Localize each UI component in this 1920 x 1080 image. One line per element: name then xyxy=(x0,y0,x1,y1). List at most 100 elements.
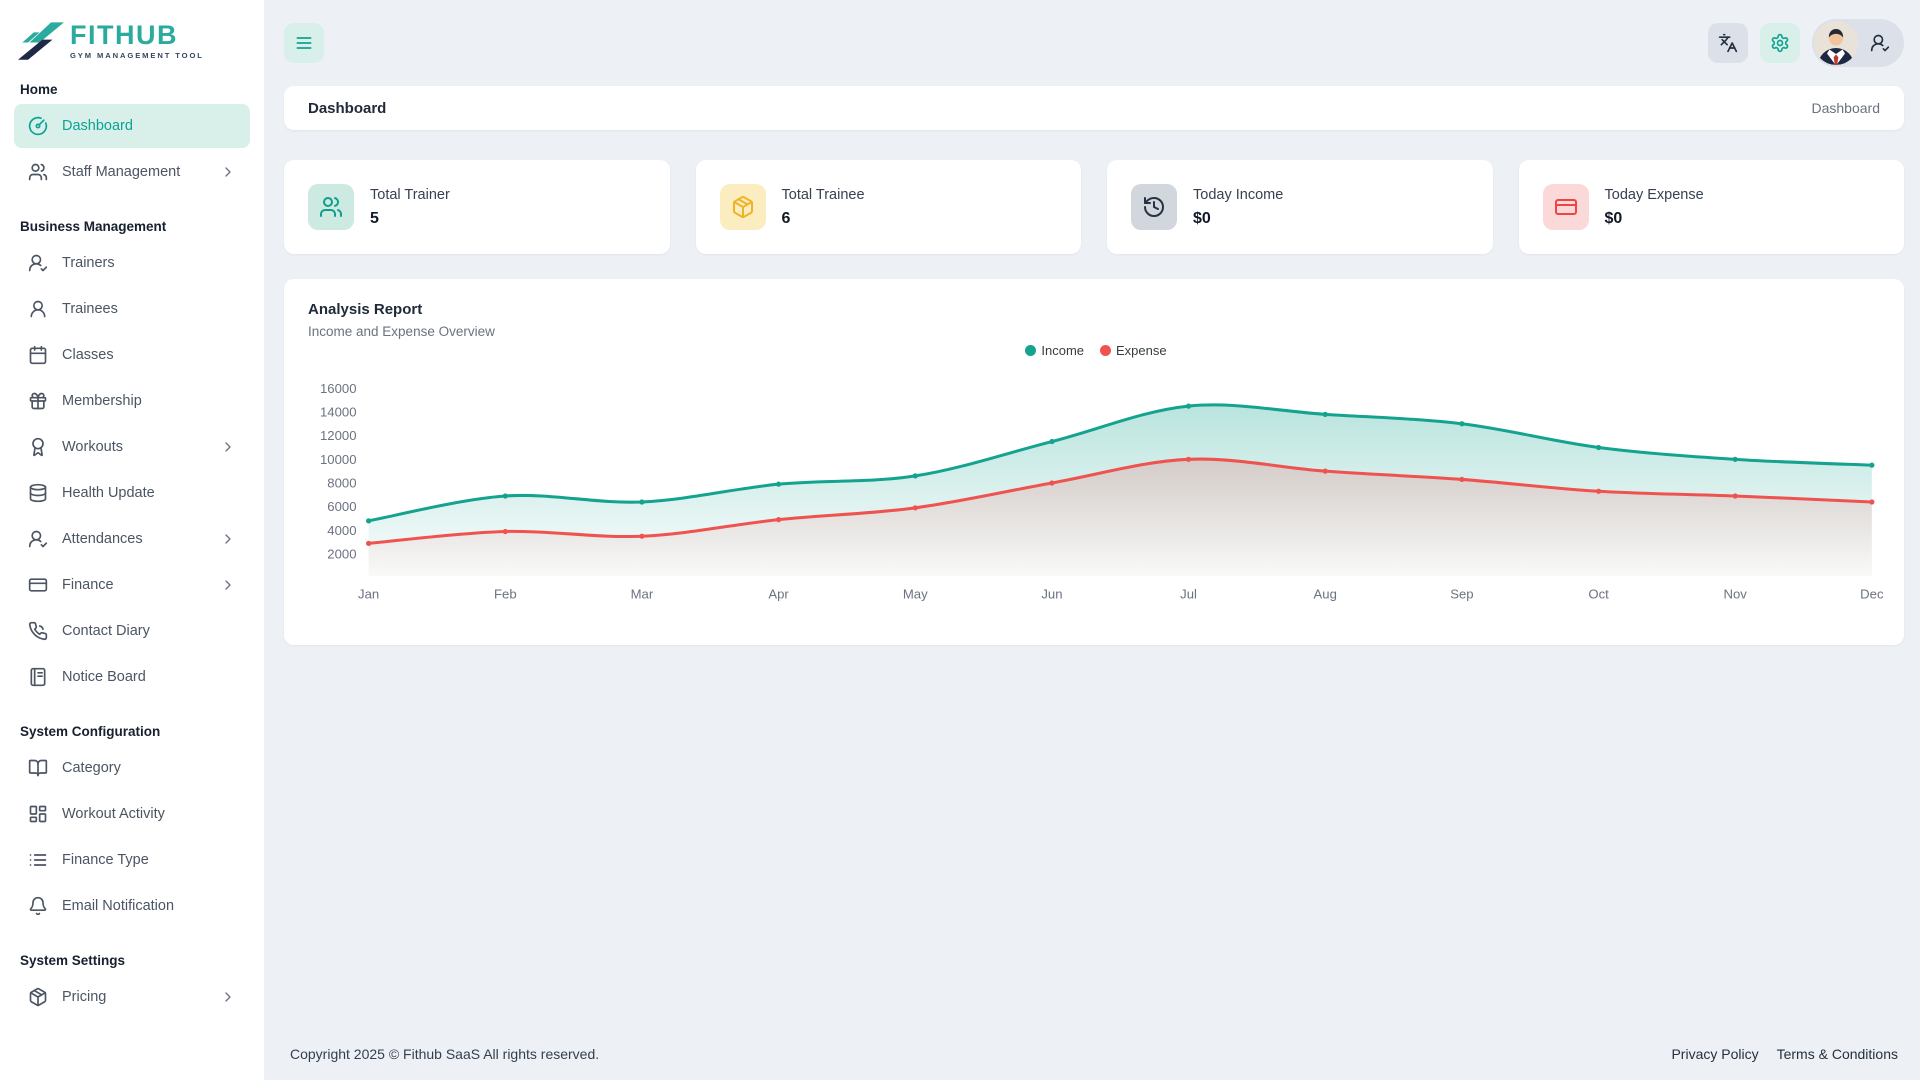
legend-item-expense[interactable]: Expense xyxy=(1100,343,1167,358)
languages-icon xyxy=(1718,33,1738,53)
y-axis-label: 10000 xyxy=(320,452,357,467)
gift-icon xyxy=(28,391,48,411)
chart-legend: Income Expense xyxy=(308,343,1884,358)
sidebar-item-label: Email Notification xyxy=(62,898,175,914)
menu-icon xyxy=(294,33,314,53)
y-axis-label: 12000 xyxy=(320,428,357,443)
stat-value: $0 xyxy=(1193,209,1211,227)
avatar xyxy=(1814,21,1858,65)
chevron-right-icon xyxy=(220,531,236,547)
sidebar-item-membership[interactable]: Membership xyxy=(14,379,250,423)
chevron-right-icon xyxy=(220,439,236,455)
stat-card-total-trainer: Total Trainer 5 xyxy=(284,160,670,254)
sidebar-toggle-button[interactable] xyxy=(284,23,324,63)
sidebar-item-pricing[interactable]: Pricing xyxy=(14,975,250,1019)
sidebar-item-notice-board[interactable]: Notice Board xyxy=(14,655,250,699)
sidebar-item-label: Contact Diary xyxy=(62,623,150,639)
stat-card-today-income: Today Income $0 xyxy=(1107,160,1493,254)
expense-marker xyxy=(639,533,645,539)
brand-tagline: GYM MANAGEMENT TOOL xyxy=(70,51,204,60)
credit-card-icon xyxy=(28,575,48,595)
stat-card-today-expense: Today Expense $0 xyxy=(1518,160,1904,254)
profile-menu[interactable] xyxy=(1812,19,1904,67)
sidebar-item-workout-activity[interactable]: Workout Activity xyxy=(14,792,250,836)
sidebar-item-classes[interactable]: Classes xyxy=(14,333,250,377)
y-axis-label: 2000 xyxy=(327,547,356,562)
page-title: Dashboard xyxy=(308,99,387,117)
x-axis-label: Feb xyxy=(494,586,517,601)
footer-links: Privacy Policy Terms & Conditions xyxy=(1671,1046,1898,1062)
gear-icon xyxy=(1770,33,1790,53)
users-icon xyxy=(308,184,354,230)
sidebar-item-attendances[interactable]: Attendances xyxy=(14,517,250,561)
sidebar-item-email-notification[interactable]: Email Notification xyxy=(14,884,250,928)
sidebar-item-label: Finance xyxy=(62,577,114,593)
expense-marker xyxy=(1732,493,1738,499)
sidebar-item-dashboard[interactable]: Dashboard xyxy=(14,104,250,148)
sidebar-item-finance[interactable]: Finance xyxy=(14,563,250,607)
user-avatar-image xyxy=(1814,21,1858,65)
expense-marker xyxy=(912,505,918,511)
legend-label: Expense xyxy=(1116,343,1167,358)
chevron-right-icon xyxy=(220,989,236,1005)
sidebar-item-label: Classes xyxy=(62,347,114,363)
x-axis-label: Jan xyxy=(358,586,379,601)
legend-dot xyxy=(1025,345,1037,356)
footer-link-terms-conditions[interactable]: Terms & Conditions xyxy=(1777,1046,1898,1062)
nav-section-home: Home xyxy=(20,82,58,97)
app-logo[interactable]: FITHUB GYM MANAGEMENT TOOL xyxy=(14,0,250,76)
sidebar-item-trainers[interactable]: Trainers xyxy=(14,241,250,285)
sidebar-item-label: Workout Activity xyxy=(62,806,165,822)
footer: Copyright 2025 © Fithub SaaS All rights … xyxy=(284,1046,1904,1080)
package-icon xyxy=(28,987,48,1007)
users-icon xyxy=(28,162,48,182)
chevron-right-icon xyxy=(220,164,236,180)
brand-name: FITHUB xyxy=(70,20,178,50)
sidebar-item-staff-management[interactable]: Staff Management xyxy=(14,150,250,194)
sidebar-item-label: Trainees xyxy=(62,301,118,317)
user-check-icon xyxy=(28,253,48,273)
sidebar-item-health-update[interactable]: Health Update xyxy=(14,471,250,515)
stat-label: Today Income xyxy=(1193,186,1284,203)
page-header: Dashboard Dashboard xyxy=(284,86,1904,130)
legend-item-income[interactable]: Income xyxy=(1025,343,1084,358)
x-axis-label: Dec xyxy=(1860,586,1884,601)
stat-card-total-trainee: Total Trainee 6 xyxy=(695,160,1081,254)
sidebar-item-label: Notice Board xyxy=(62,669,146,685)
footer-link-privacy-policy[interactable]: Privacy Policy xyxy=(1671,1046,1758,1062)
y-axis-label: 14000 xyxy=(320,404,357,419)
expense-marker xyxy=(1595,488,1602,494)
list-icon xyxy=(28,850,48,870)
stat-label: Total Trainer xyxy=(370,186,450,203)
sidebar-item-label: Category xyxy=(62,760,121,776)
layout-grid-icon xyxy=(28,804,48,824)
sidebar-item-label: Dashboard xyxy=(62,118,133,134)
settings-button[interactable] xyxy=(1760,23,1800,63)
analysis-report-card: Analysis Report Income and Expense Overv… xyxy=(284,279,1904,645)
sidebar-item-finance-type[interactable]: Finance Type xyxy=(14,838,250,882)
expense-marker xyxy=(1869,499,1875,505)
sidebar-item-label: Attendances xyxy=(62,531,143,547)
income-marker xyxy=(1869,462,1875,468)
sidebar-item-category[interactable]: Category xyxy=(14,746,250,790)
breadcrumb: Dashboard xyxy=(1811,100,1881,116)
language-button[interactable] xyxy=(1708,23,1748,63)
x-axis-label: Mar xyxy=(631,586,654,601)
topbar-actions xyxy=(1708,19,1904,67)
income-marker xyxy=(912,473,918,479)
sidebar-item-workouts[interactable]: Workouts xyxy=(14,425,250,469)
sidebar-item-contact-diary[interactable]: Contact Diary xyxy=(14,609,250,653)
income-marker xyxy=(775,481,782,487)
stat-value: 5 xyxy=(370,209,379,227)
y-axis-label: 6000 xyxy=(327,499,356,514)
x-axis-label: Sep xyxy=(1450,586,1473,601)
stat-label: Total Trainee xyxy=(781,186,865,203)
nav-section-system-configuration: System Configuration xyxy=(20,724,161,739)
gauge-icon xyxy=(28,116,48,136)
legend-dot xyxy=(1100,345,1112,356)
copyright-text: Copyright 2025 © Fithub SaaS All rights … xyxy=(290,1046,600,1062)
y-axis-label: 16000 xyxy=(320,381,357,396)
stat-value: $0 xyxy=(1604,209,1623,227)
database-icon xyxy=(28,483,48,503)
sidebar-item-trainees[interactable]: Trainees xyxy=(14,287,250,331)
